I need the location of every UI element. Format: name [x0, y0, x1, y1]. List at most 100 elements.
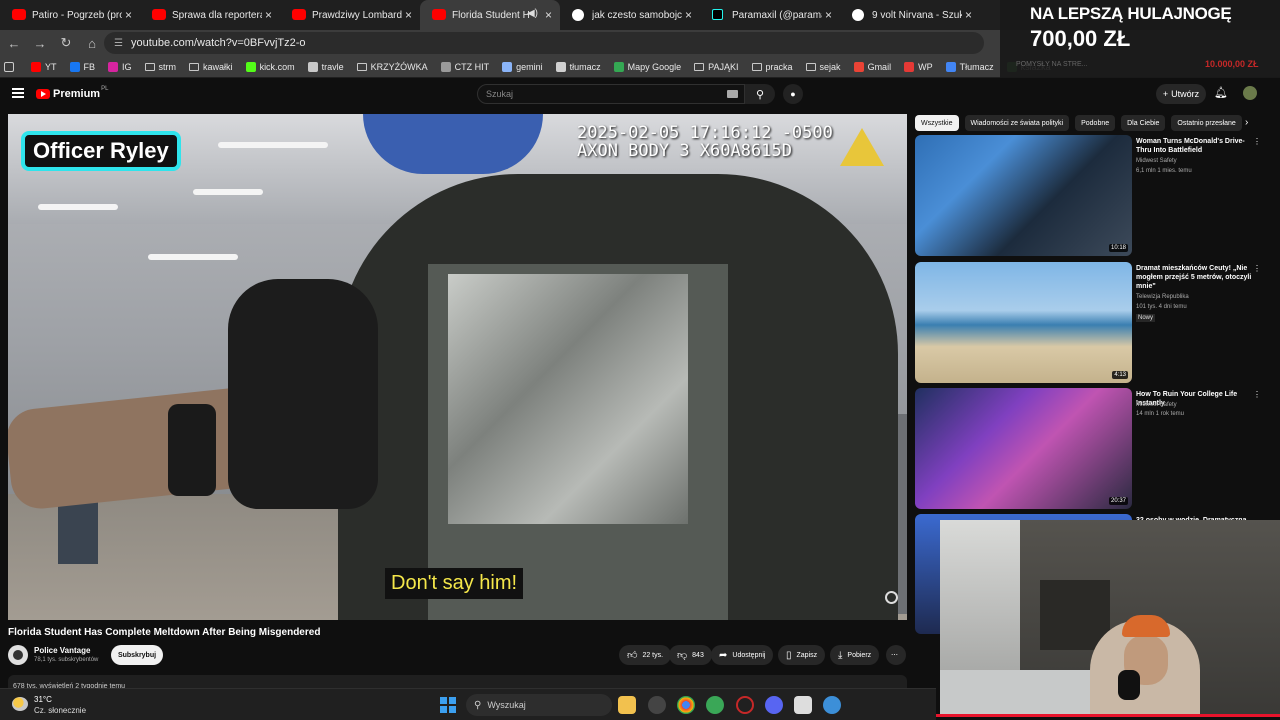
- video-thumbnail[interactable]: 20:37: [915, 388, 1132, 509]
- filter-chip[interactable]: Wszystkie: [915, 115, 959, 131]
- gmail-icon: [853, 61, 864, 72]
- recommended-channel[interactable]: Midwest Safety: [1136, 158, 1177, 164]
- chevron-right-icon[interactable]: ›: [1245, 117, 1248, 128]
- gear-icon[interactable]: [885, 591, 898, 604]
- recommended-channel[interactable]: Telewizja Republika: [1136, 294, 1189, 300]
- bookmark-item[interactable]: pracka: [751, 62, 793, 72]
- more-horizontal-icon: ⋯: [891, 652, 898, 659]
- translate-icon: [945, 61, 956, 72]
- opera-icon[interactable]: [736, 696, 754, 714]
- subscribe-button[interactable]: Subskrybuj: [111, 645, 163, 665]
- close-icon[interactable]: ×: [825, 8, 832, 22]
- bookmark-item[interactable]: KRZYŻÓWKA: [356, 62, 428, 72]
- site-info-icon[interactable]: ☰: [114, 38, 123, 49]
- bookmark-label: FB: [83, 61, 96, 72]
- recommended-channel[interactable]: Midwest Safety: [1136, 402, 1177, 408]
- bookmark-item[interactable]: tłumacz: [555, 61, 601, 72]
- recommended-video[interactable]: 4:13 Dramat mieszkańców Ceuty! „Nie mogł…: [915, 262, 1261, 384]
- bookmark-item[interactable]: sejak: [805, 62, 841, 72]
- discord-icon[interactable]: [765, 696, 783, 714]
- bookmark-item[interactable]: travle: [307, 61, 344, 72]
- bookmark-item[interactable]: CTZ HIT: [440, 61, 489, 72]
- keyboard-icon[interactable]: [727, 90, 738, 98]
- weather-description[interactable]: Cz. słonecznie: [34, 706, 86, 715]
- browser-app-icon[interactable]: [706, 696, 724, 714]
- weather-icon[interactable]: [12, 697, 28, 711]
- dislike-button[interactable]: 👎︎ 843: [669, 645, 712, 665]
- bookmark-item[interactable]: strm: [144, 62, 176, 72]
- region-label: PL: [101, 86, 109, 92]
- notes-icon[interactable]: [794, 696, 812, 714]
- close-icon[interactable]: ×: [265, 8, 272, 22]
- bookmark-item[interactable]: Gmail: [853, 61, 892, 72]
- bookmark-item[interactable]: Tłumacz: [945, 61, 994, 72]
- avatar[interactable]: [1243, 86, 1257, 100]
- reload-icon[interactable]: ↻: [54, 31, 78, 55]
- youtube-logo[interactable]: Premium PL: [36, 86, 109, 100]
- file-explorer-icon[interactable]: [618, 696, 636, 714]
- download-button[interactable]: ⤓ Pobierz: [830, 645, 880, 665]
- save-button[interactable]: ▯ Zapisz: [778, 645, 826, 665]
- globe-icon[interactable]: [823, 696, 841, 714]
- windows-start-icon[interactable]: [440, 697, 456, 713]
- description-box[interactable]: [8, 675, 907, 689]
- filter-chip[interactable]: Wiadomości ze świata polityki: [964, 115, 1070, 131]
- more-vertical-icon[interactable]: ⋮: [1253, 264, 1261, 273]
- video-player[interactable]: Officer Ryley 2025-02-05 17:16:12 -0500 …: [8, 114, 907, 620]
- back-arrow-icon[interactable]: ←: [2, 31, 26, 55]
- apps-grid-icon[interactable]: [4, 61, 18, 72]
- browser-tab[interactable]: 9 volt Nirvana - Szukaj w×: [840, 0, 980, 30]
- search-button[interactable]: ⚲: [745, 84, 775, 104]
- bell-icon[interactable]: 🔔︎: [1214, 86, 1228, 99]
- bookmark-item[interactable]: YT: [31, 61, 57, 72]
- bookmark-item[interactable]: IG: [108, 61, 132, 72]
- recommended-video[interactable]: 10:18 Woman Turns McDonald's Drive-Thru …: [915, 135, 1261, 257]
- forward-arrow-icon[interactable]: →: [28, 31, 52, 55]
- browser-tab[interactable]: Prawdziwy Lombard - Od×: [280, 0, 420, 30]
- filter-chip[interactable]: Ostatnio przesłane: [1171, 115, 1242, 131]
- recommended-video[interactable]: 20:37 How To Ruin Your College Life Inst…: [915, 388, 1261, 510]
- bookmark-item[interactable]: WP: [904, 61, 933, 72]
- recommended-title[interactable]: Woman Turns McDonald's Drive-Thru Into B…: [1136, 137, 1260, 155]
- recommended-title[interactable]: Dramat mieszkańców Ceuty! „Nie mogłem pr…: [1136, 264, 1260, 291]
- bookmark-item[interactable]: Mapy Google: [613, 61, 681, 72]
- filter-chip[interactable]: Dla Ciebie: [1121, 115, 1166, 131]
- more-actions-button[interactable]: ⋯: [886, 645, 906, 665]
- bookmark-item[interactable]: kick.com: [245, 61, 295, 72]
- close-icon[interactable]: ×: [965, 8, 972, 22]
- close-icon[interactable]: ×: [405, 8, 412, 22]
- browser-tab[interactable]: Sprawa dla reportera kup×: [140, 0, 280, 30]
- address-bar[interactable]: ☰ youtube.com/watch?v=0BFvvjTz2-o: [104, 32, 984, 54]
- close-icon[interactable]: ×: [545, 8, 552, 22]
- chrome-icon[interactable]: [677, 696, 695, 714]
- close-icon[interactable]: ×: [125, 8, 132, 22]
- like-button[interactable]: 👍︎ 22 tys.: [619, 645, 672, 665]
- share-button[interactable]: ➦ Udostępnij: [711, 645, 774, 665]
- bookmark-item[interactable]: gemini: [502, 61, 543, 72]
- bookmark-item[interactable]: PAJĄKI: [694, 62, 739, 72]
- bookmark-label: Gmail: [867, 61, 892, 72]
- more-vertical-icon[interactable]: ⋮: [1253, 390, 1261, 399]
- microphone-icon[interactable]: ●: [783, 84, 803, 104]
- more-vertical-icon[interactable]: ⋮: [1253, 137, 1261, 146]
- browser-tab[interactable]: jak czesto samobojcy zost×: [560, 0, 700, 30]
- browser-tab-active[interactable]: Florida Student Has C◀) ×: [420, 0, 560, 30]
- search-input[interactable]: Szukaj: [477, 84, 745, 104]
- create-button[interactable]: + Utwórz: [1156, 84, 1206, 104]
- browser-tab[interactable]: Paramaxil (@paramaxil_) |×: [700, 0, 840, 30]
- menu-icon[interactable]: [12, 88, 24, 98]
- speaker-icon[interactable]: ◀): [527, 8, 538, 19]
- filter-chip[interactable]: Podobne: [1075, 115, 1116, 131]
- video-thumbnail[interactable]: 4:13: [915, 262, 1132, 383]
- home-icon[interactable]: ⌂: [80, 31, 104, 55]
- weather-temperature[interactable]: 31°C: [34, 695, 52, 704]
- app-icon[interactable]: [648, 696, 666, 714]
- browser-tab[interactable]: Patiro - Pogrzeb (prod. Be×: [0, 0, 140, 30]
- bookmark-item[interactable]: kawałki: [189, 62, 233, 72]
- bookmark-item[interactable]: FB: [69, 61, 96, 72]
- video-thumbnail[interactable]: 10:18: [915, 135, 1132, 256]
- channel-avatar[interactable]: [8, 645, 28, 665]
- close-icon[interactable]: ×: [685, 8, 692, 22]
- channel-name[interactable]: Police Vantage: [34, 646, 90, 655]
- taskbar-search[interactable]: ⚲ Wyszukaj: [466, 694, 612, 716]
